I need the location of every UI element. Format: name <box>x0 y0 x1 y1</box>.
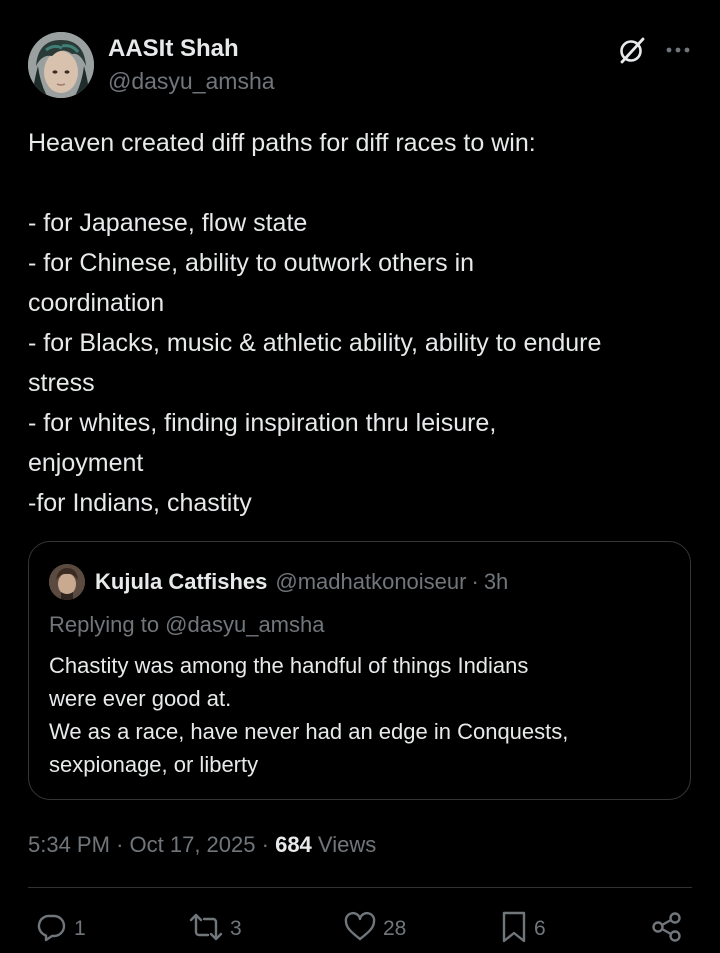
views-count[interactable]: 684 <box>275 832 312 857</box>
tweet-text: Heaven created diff paths for diff races… <box>28 123 698 523</box>
bookmark-button[interactable]: 6 <box>500 908 546 950</box>
quoted-tweet-text: Chastity was among the handful of things… <box>49 649 669 781</box>
tweet-line: - for Chinese, ability to outwork others… <box>28 249 475 277</box>
repost-count: 3 <box>230 917 242 940</box>
views-label: Views <box>317 832 377 857</box>
tweet-line: Heaven created diff paths for diff races… <box>28 129 536 157</box>
tweet-line <box>28 163 698 203</box>
tweet-line: - for Blacks, music & athletic ability, … <box>28 329 602 357</box>
bookmark-count: 6 <box>534 917 546 940</box>
repost-icon <box>188 911 224 948</box>
quoted-tweet-header: Kujula Catfishes @madhatkonoiseur · 3h <box>49 564 508 600</box>
tweet-header: AASIt Shah @dasyu_amsha <box>28 32 692 102</box>
post-date[interactable]: Oct 17, 2025 <box>130 832 256 857</box>
quoted-tweet-card[interactable]: Kujula Catfishes @madhatkonoiseur · 3h R… <box>28 541 691 800</box>
tweet-line: coordination <box>28 289 165 317</box>
tweet-meta: 5:34 PM · Oct 17, 2025 · 684 Views <box>28 830 376 860</box>
share-button[interactable] <box>650 908 684 950</box>
tweet-line: enjoyment <box>28 449 144 477</box>
bookmark-icon <box>500 910 528 949</box>
more-icon[interactable] <box>664 36 692 64</box>
share-icon <box>650 910 684 949</box>
quoted-tweet-line: Chastity was among the handful of things… <box>49 653 529 678</box>
author-handle[interactable]: @dasyu_amsha <box>108 66 275 96</box>
meta-separator: · <box>261 832 269 857</box>
quoted-timestamp[interactable]: 3h <box>484 569 508 595</box>
quoted-author-display-name[interactable]: Kujula Catfishes <box>95 569 267 595</box>
divider <box>28 887 692 888</box>
reply-icon <box>36 911 68 948</box>
tweet-line: - for whites, finding inspiration thru l… <box>28 409 497 437</box>
meta-separator: · <box>116 832 124 857</box>
tweet-line: stress <box>28 369 95 397</box>
grok-icon[interactable] <box>618 36 646 64</box>
quoted-author-handle[interactable]: @madhatkonoiseur <box>275 569 466 595</box>
quoted-separator: · <box>471 569 479 594</box>
author-info: AASIt Shah @dasyu_amsha <box>108 34 275 96</box>
reply-button[interactable]: 1 <box>36 908 86 950</box>
quoted-tweet-line: sexpionage, or liberty <box>49 752 259 777</box>
post-time[interactable]: 5:34 PM <box>28 832 110 857</box>
author-avatar[interactable] <box>28 32 94 98</box>
like-button[interactable]: 28 <box>343 908 406 950</box>
quoted-author-avatar[interactable] <box>49 564 85 600</box>
reply-count: 1 <box>74 917 86 940</box>
quoted-tweet-line: We as a race, have never had an edge in … <box>49 719 569 744</box>
action-bar: 1 3 28 6 <box>28 908 692 950</box>
tweet-line: -for Indians, chastity <box>28 489 252 517</box>
like-icon <box>343 911 377 948</box>
repost-button[interactable]: 3 <box>188 908 242 950</box>
quoted-tweet-line: were ever good at. <box>49 686 232 711</box>
tweet-line: - for Japanese, flow state <box>28 209 308 237</box>
like-count: 28 <box>383 917 407 940</box>
author-display-name[interactable]: AASIt Shah <box>108 34 275 64</box>
replying-to: Replying to @dasyu_amsha <box>49 612 325 637</box>
